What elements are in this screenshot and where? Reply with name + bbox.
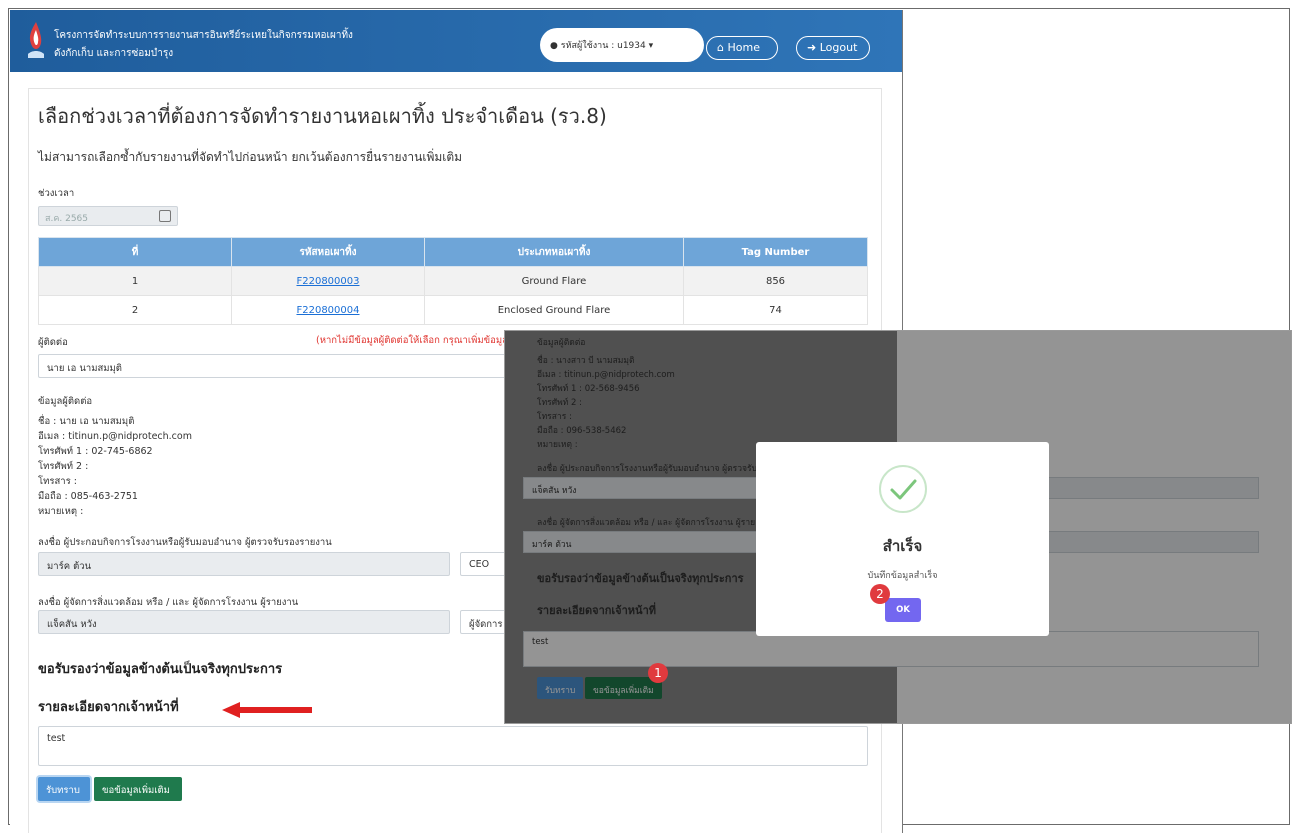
logout-icon: ➜ — [807, 41, 820, 54]
page-subtitle: ไม่สามารถเลือกซ้ำกับรายงานที่จัดทำไปก่อน… — [38, 150, 463, 164]
operator-name-field[interactable]: มาร์ค ต้วน — [38, 552, 450, 576]
logo-icon — [28, 22, 44, 58]
contact-email: อีเมล : titinun.p@nidprotech.com — [38, 431, 192, 442]
officer-detail-heading: รายละเอียดจากเจ้าหน้าที่ — [38, 700, 179, 715]
table-row: 2 F220800004 Enclosed Ground Flare 74 — [38, 295, 868, 325]
contact-fax: โทรสาร : — [38, 476, 77, 487]
user-label: รหัสผู้ใช้งาน : u1934 — [560, 41, 646, 51]
cell-type: Enclosed Ground Flare — [424, 295, 684, 325]
cell-tag: 74 — [683, 295, 868, 325]
home-button[interactable]: ⌂ Home — [706, 36, 778, 60]
request-more-info-button[interactable]: ขอข้อมูลเพิ่มเติม — [94, 777, 182, 801]
officer-detail-textarea[interactable]: test — [38, 726, 868, 766]
home-label: Home — [727, 41, 760, 54]
header-title-line1: โครงการจัดทำระบบการรายงานสารอินทรีย์ระเห… — [54, 30, 353, 41]
contact-phone1: โทรศัพท์ 1 : 02-745-6862 — [38, 446, 153, 457]
col-header-code: รหัสหอเผาทิ้ง — [231, 237, 425, 267]
certify-heading: ขอรับรองว่าข้อมูลข้างต้นเป็นจริงทุกประกา… — [38, 662, 283, 677]
user-icon: ● — [550, 41, 558, 51]
cell-no: 2 — [38, 295, 232, 325]
flare-code-link[interactable]: F220800003 — [296, 276, 359, 287]
modal-ok-button[interactable]: OK — [885, 598, 921, 622]
contact-name: ชื่อ : นาย เอ นามสมมุติ — [38, 416, 135, 427]
env-manager-sign-label: ลงชื่อ ผู้จัดการสิ่งแวดล้อม หรือ / และ ผ… — [38, 597, 299, 608]
top-navbar: โครงการจัดทำระบบการรายงานสารอินทรีย์ระเห… — [10, 10, 902, 72]
period-value: ส.ค. 2565 — [45, 214, 89, 224]
table-row: 1 F220800003 Ground Flare 856 — [38, 266, 868, 296]
table-header-row: ที่ รหัสหอเผาทิ้ง ประเภทหอเผาทิ้ง Tag Nu… — [38, 237, 868, 267]
red-arrow-annotation — [222, 702, 312, 718]
acknowledge-button[interactable]: รับทราบ — [38, 777, 90, 801]
contact-select[interactable]: นาย เอ นามสมมุติ — [38, 354, 518, 378]
flare-table: ที่ รหัสหอเผาทิ้ง ประเภทหอเผาทิ้ง Tag Nu… — [38, 237, 868, 325]
col-header-tag: Tag Number — [683, 237, 868, 267]
calendar-icon — [159, 210, 171, 222]
operator-sign-label: ลงชื่อ ผู้ประกอบกิจการโรงงานหรือผู้รับมอ… — [38, 537, 332, 548]
contact-phone2: โทรศัพท์ 2 : — [38, 461, 89, 472]
modal-message: บันทึกข้อมูลสำเร็จ — [867, 571, 938, 581]
home-icon: ⌂ — [717, 41, 728, 54]
cell-type: Ground Flare — [424, 266, 684, 296]
period-label: ช่วงเวลา — [38, 188, 75, 199]
contact-remark: หมายเหตุ : — [38, 506, 84, 517]
user-dropdown[interactable]: ● รหัสผู้ใช้งาน : u1934 ▾ — [540, 28, 704, 62]
env-manager-name-field[interactable]: แจ็คสัน หวัง — [38, 610, 450, 634]
success-check-icon — [879, 465, 927, 513]
col-header-type: ประเภทหอเผาทิ้ง — [424, 237, 684, 267]
col-header-no: ที่ — [38, 237, 232, 267]
period-input[interactable]: ส.ค. 2565 — [38, 206, 178, 226]
flare-code-link[interactable]: F220800004 — [296, 305, 359, 316]
logout-button[interactable]: ➜ Logout — [796, 36, 870, 60]
contact-mobile: มือถือ : 085-463-2751 — [38, 491, 138, 502]
contact-info-heading: ข้อมูลผู้ติดต่อ — [38, 396, 93, 407]
step-badge-1: 1 — [648, 663, 668, 683]
chevron-down-icon: ▾ — [648, 41, 654, 51]
cell-tag: 856 — [683, 266, 868, 296]
cell-code: F220800004 — [231, 295, 425, 325]
step-badge-2: 2 — [870, 584, 890, 604]
page-title: เลือกช่วงเวลาที่ต้องการจัดทำรายงานหอเผาท… — [38, 104, 607, 128]
contact-label: ผู้ติดต่อ — [38, 337, 68, 348]
logout-label: Logout — [819, 41, 858, 54]
header-title-line2: ดังกักเก็บ และการซ่อมบำรุง — [54, 48, 174, 59]
cell-no: 1 — [38, 266, 232, 296]
modal-title: สำเร็จ — [882, 537, 923, 555]
cell-code: F220800003 — [231, 266, 425, 296]
